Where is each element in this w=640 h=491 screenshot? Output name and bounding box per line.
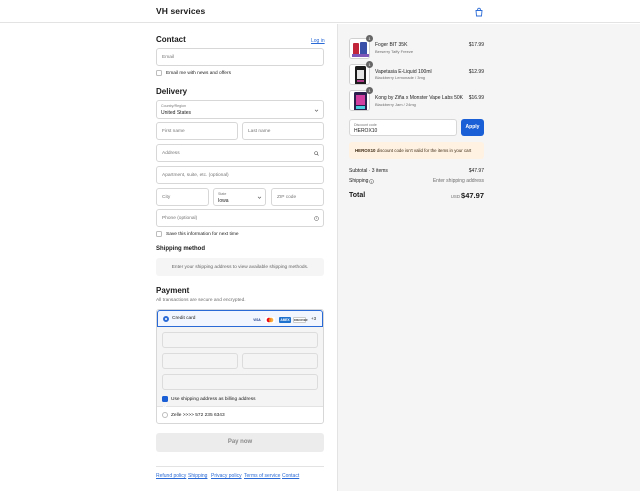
quantity-badge: 1: [366, 87, 373, 94]
quantity-badge: 1: [366, 61, 373, 68]
discover-icon: DISCOVER: [293, 317, 308, 323]
phone-placeholder: Phone (optional): [162, 216, 198, 221]
news-checkbox-label: Email me with news and offers: [166, 71, 231, 76]
apply-discount-button[interactable]: Apply: [461, 119, 484, 136]
terms-link[interactable]: Terms of service: [244, 473, 280, 479]
cart-item-variant: Berserry Taffy Freeze: [375, 49, 414, 54]
chevron-down-icon: [257, 196, 262, 199]
payment-methods: Credit card VISA AMEX DISCOVER +3 Use sh…: [156, 309, 324, 424]
discount-warning-text: HEROX10 discount code isn't valid for th…: [355, 148, 471, 153]
header: VH services: [0, 0, 640, 23]
footer-divider: [156, 466, 324, 467]
info-icon[interactable]: [369, 179, 374, 184]
zip-placeholder: ZIP code: [277, 195, 297, 200]
visa-icon: VISA: [253, 318, 261, 322]
state-value: Iowa: [218, 198, 229, 204]
credit-card-fields: Use shipping address as billing address: [157, 327, 323, 408]
phone-field[interactable]: Phone (optional): [156, 209, 324, 227]
cart-item-price: $12.99: [468, 69, 484, 75]
contact-link[interactable]: Contact: [282, 473, 299, 479]
delivery-heading: Delivery: [156, 87, 188, 96]
billing-label: Use shipping address as billing address: [171, 397, 256, 402]
mastercard-icon: [265, 317, 275, 323]
warning-code: HEROX10: [355, 148, 376, 153]
total-label: Total: [349, 192, 366, 199]
last-name-field[interactable]: Last name: [242, 122, 324, 140]
save-info-checkbox[interactable]: [156, 231, 162, 237]
country-value: United States: [161, 110, 192, 116]
payment-subtitle: All transactions are secure and encrypte…: [156, 298, 246, 303]
login-link[interactable]: Log in: [311, 38, 325, 44]
shipping-value: Enter shipping address: [432, 178, 484, 184]
cart-item-name: Kong by Ziña x Monster Vape Labs 50K: [375, 95, 464, 101]
total-value: $47.97: [461, 191, 484, 200]
card-security-field[interactable]: [242, 353, 318, 369]
shipping-method-heading: Shipping method: [156, 246, 205, 252]
zelle-label[interactable]: Zelle >>>> 572 235 6343: [171, 413, 225, 418]
store-brand[interactable]: VH services: [156, 6, 205, 16]
payment-heading: Payment: [156, 286, 190, 295]
cart-item-variant: Blackberry Lemonade / 3mg: [375, 75, 426, 80]
credit-card-label: Credit card: [172, 316, 196, 321]
state-label: State: [218, 192, 227, 196]
subtotal-value: $47.97: [468, 168, 484, 174]
contact-heading: Contact: [156, 35, 186, 44]
city-field[interactable]: City: [156, 188, 209, 206]
first-name-placeholder: First name: [162, 129, 185, 134]
card-expiry-field[interactable]: [162, 353, 238, 369]
discount-warning: HEROX10 discount code isn't valid for th…: [349, 142, 484, 159]
shipping-method-note: Enter your shipping address to view avai…: [156, 258, 324, 276]
first-name-field[interactable]: First name: [156, 122, 238, 140]
credit-card-option[interactable]: Credit card VISA AMEX DISCOVER +3: [157, 310, 323, 327]
help-icon[interactable]: [314, 216, 319, 221]
last-name-placeholder: Last name: [248, 129, 271, 134]
subtotal-label: Subtotal · 3 items: [349, 168, 388, 174]
discount-code-field[interactable]: Discount code HEROX10: [349, 119, 457, 136]
card-name-field[interactable]: [162, 374, 318, 390]
currency-code: USD: [450, 194, 460, 199]
warning-message: discount code isn't valid for the items …: [375, 148, 472, 153]
address-placeholder: Address: [162, 151, 180, 156]
quantity-badge: 1: [366, 35, 373, 42]
email-placeholder: Email: [162, 55, 174, 60]
shipping-note-text: Enter your shipping address to view avai…: [171, 265, 309, 270]
city-placeholder: City: [162, 195, 171, 200]
apartment-placeholder: Apartment, suite, etc. (optional): [162, 173, 229, 178]
email-field[interactable]: Email: [156, 48, 324, 66]
address-field[interactable]: Address: [156, 144, 324, 162]
cart-item-price: $17.99: [468, 42, 484, 48]
amex-icon: AMEX: [279, 317, 291, 323]
country-select[interactable]: Country/Region United States: [156, 100, 324, 119]
discount-value: HEROX10: [354, 128, 378, 134]
country-label: Country/Region: [161, 104, 186, 108]
credit-card-radio[interactable]: [163, 316, 169, 322]
zip-field[interactable]: ZIP code: [271, 188, 324, 206]
refund-policy-link[interactable]: Refund policy: [156, 473, 186, 479]
privacy-policy-link[interactable]: Privacy policy: [211, 473, 242, 479]
shopping-bag-icon[interactable]: [474, 7, 484, 17]
apartment-field[interactable]: Apartment, suite, etc. (optional): [156, 166, 324, 184]
pay-now-button[interactable]: Pay now: [156, 433, 324, 452]
shipping-label: Shipping: [349, 178, 369, 184]
discount-label: Discount code: [354, 123, 377, 127]
state-select[interactable]: State Iowa: [213, 188, 266, 206]
cart-item-name: Foger BIT 35K: [375, 42, 408, 48]
cart-item-variant: Blackberry Jam / 24mg: [375, 102, 416, 107]
news-checkbox[interactable]: [156, 70, 162, 76]
search-icon: [314, 151, 319, 156]
zelle-radio[interactable]: [162, 412, 168, 418]
card-number-field[interactable]: [162, 332, 318, 348]
more-cards-badge: +3: [311, 316, 317, 321]
checkmark-icon: [162, 404, 168, 408]
cart-item-price: $16.99: [468, 95, 484, 101]
billing-checkbox[interactable]: [162, 396, 168, 408]
shipping-link[interactable]: Shipping: [188, 473, 207, 479]
save-info-label: Save this information for next time: [166, 232, 239, 237]
chevron-down-icon: [314, 109, 319, 112]
